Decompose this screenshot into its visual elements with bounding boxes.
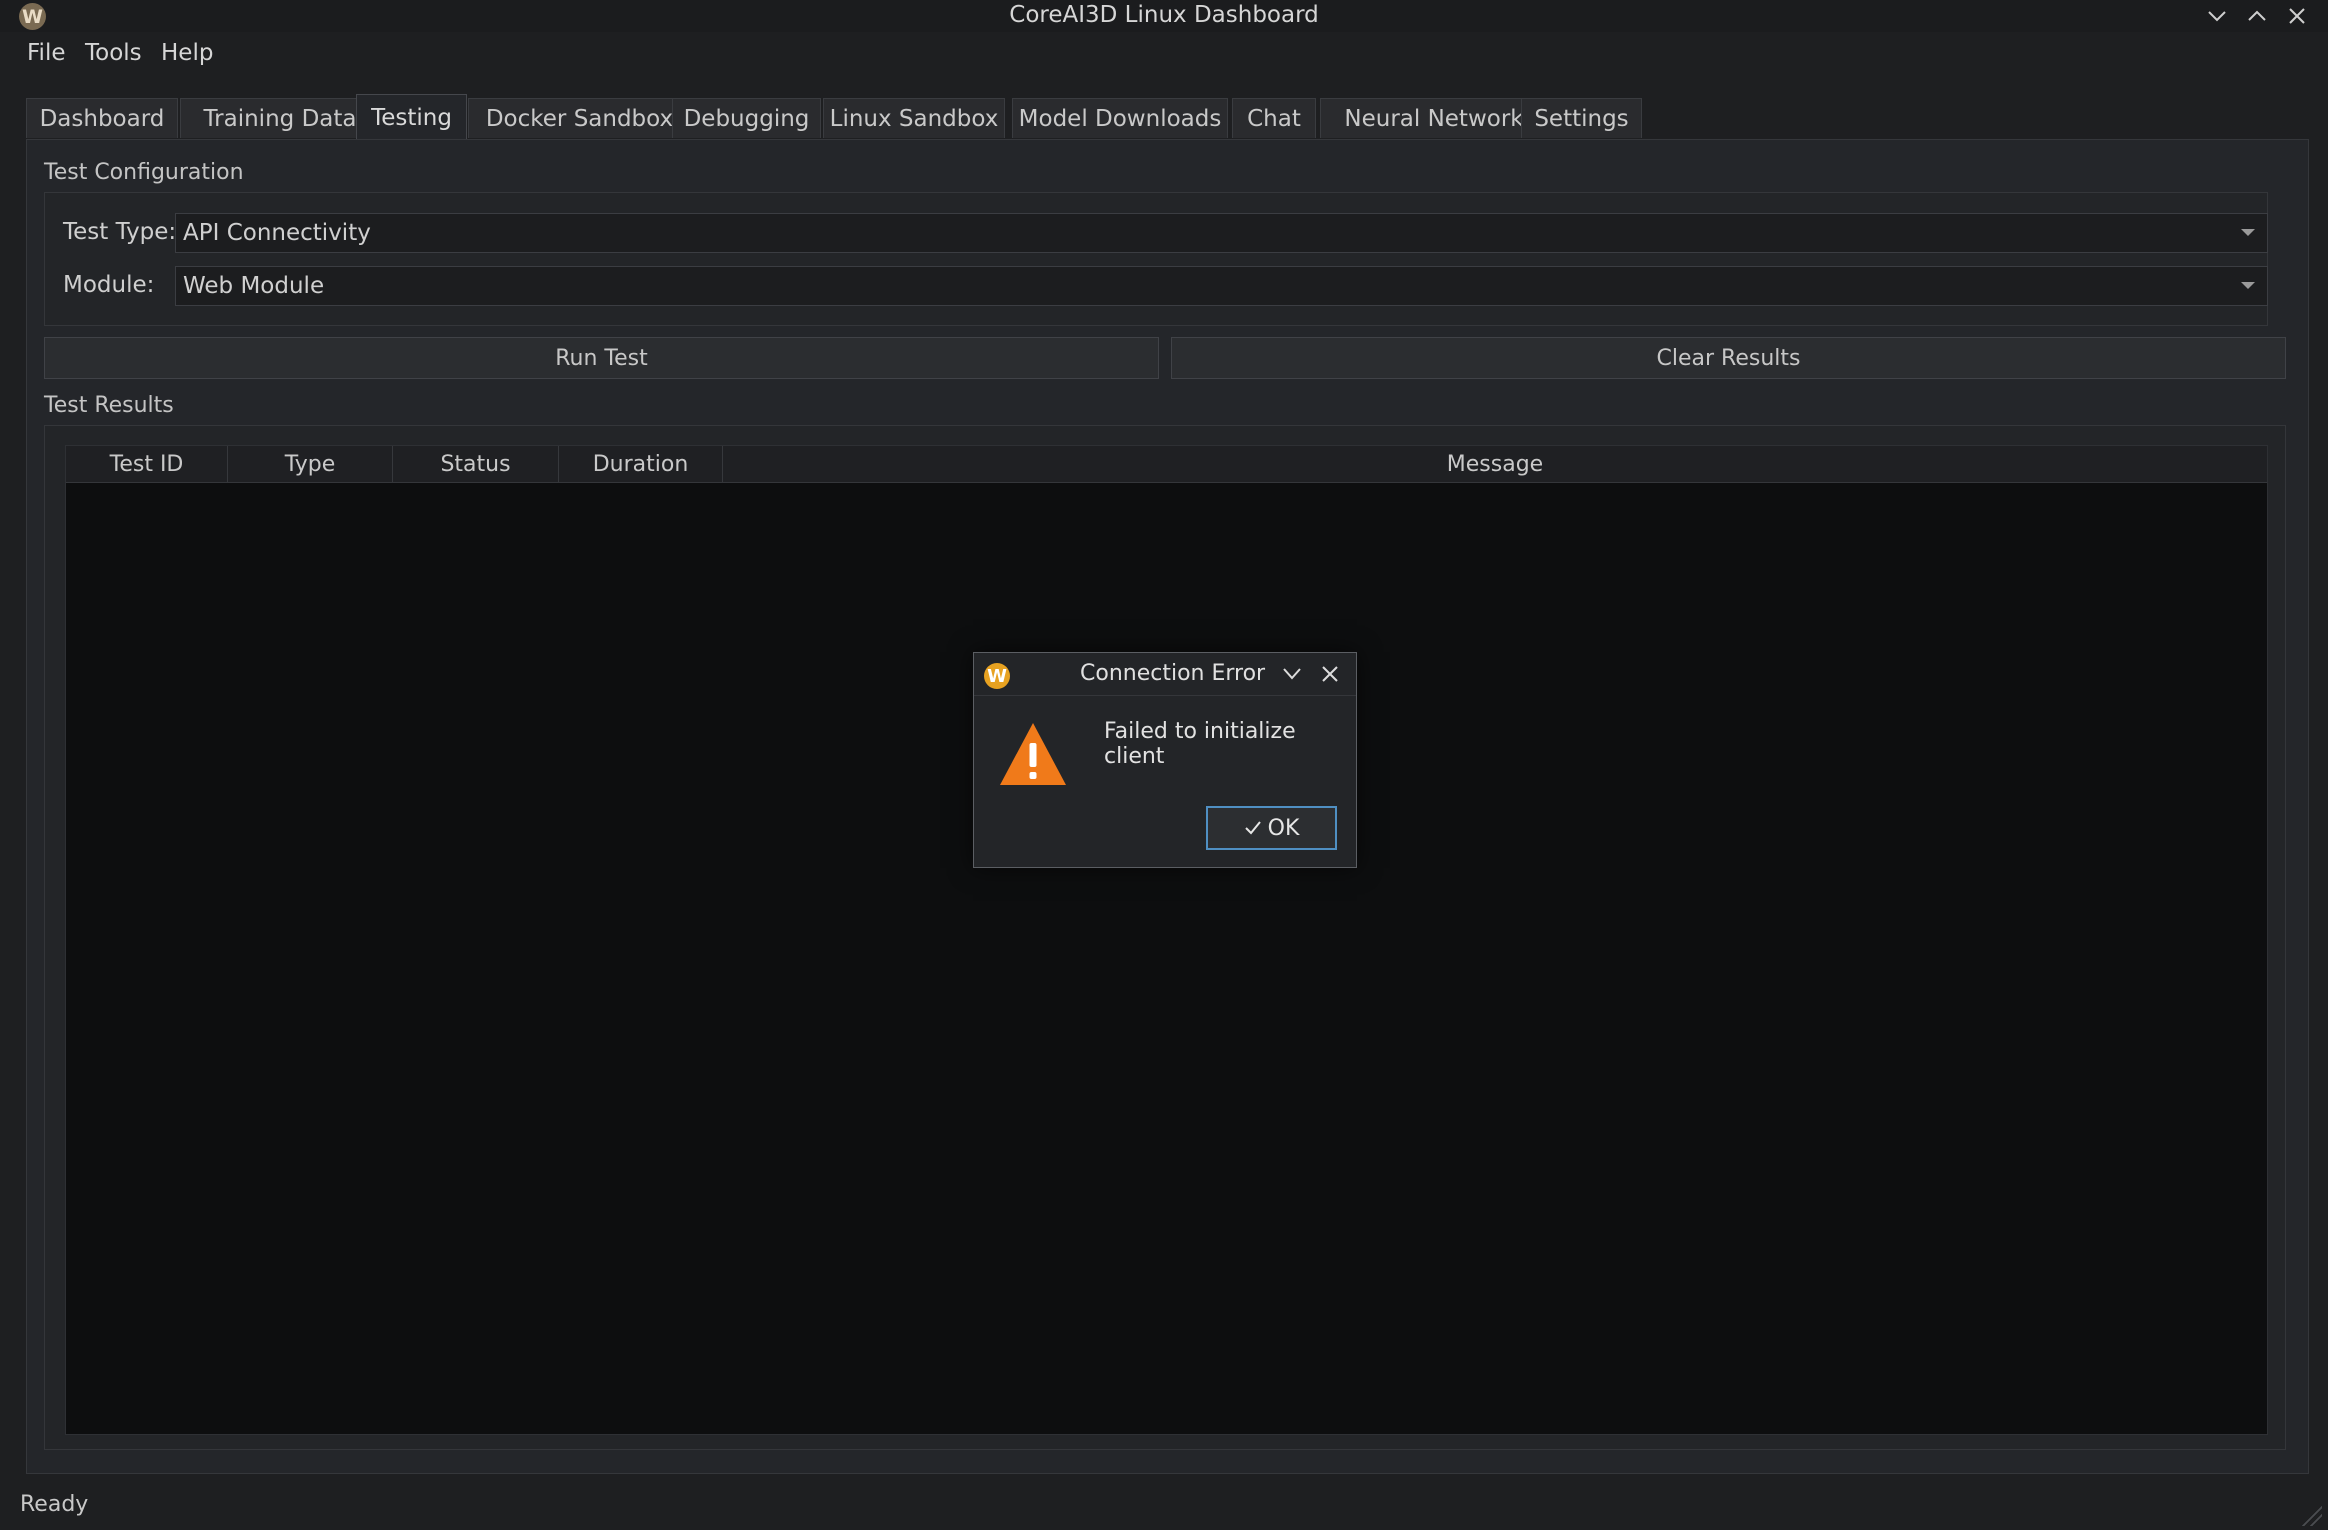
close-window-button[interactable] bbox=[2282, 2, 2312, 30]
close-icon bbox=[1322, 666, 1338, 682]
dialog-title-bar: W Connection Error bbox=[974, 653, 1356, 696]
tab-debugging[interactable]: Debugging bbox=[672, 98, 821, 138]
module-label: Module: bbox=[63, 272, 155, 298]
tab-settings[interactable]: Settings bbox=[1521, 98, 1642, 138]
column-message[interactable]: Message bbox=[723, 446, 2267, 482]
clear-results-button[interactable]: Clear Results bbox=[1171, 337, 2286, 379]
menu-file[interactable]: File bbox=[27, 40, 66, 66]
warning-icon bbox=[998, 721, 1068, 791]
test-configuration-title: Test Configuration bbox=[44, 160, 244, 185]
status-text: Ready bbox=[20, 1492, 89, 1517]
column-test-id[interactable]: Test ID bbox=[66, 446, 228, 482]
results-table[interactable]: Test ID Type Status Duration Message bbox=[65, 445, 2268, 1435]
test-type-label: Test Type: bbox=[63, 219, 177, 245]
minimize-button[interactable] bbox=[2202, 2, 2232, 30]
tab-training-data[interactable]: Training Data bbox=[180, 98, 380, 138]
test-type-select[interactable]: API Connectivity bbox=[175, 213, 2268, 253]
checkmark-icon bbox=[1244, 821, 1261, 835]
tab-dashboard[interactable]: Dashboard bbox=[26, 98, 178, 138]
tab-testing[interactable]: Testing bbox=[356, 94, 467, 140]
connection-error-dialog: W Connection Error Failed to initialize … bbox=[973, 652, 1357, 868]
dialog-logo-icon: W bbox=[984, 663, 1010, 689]
menu-help[interactable]: Help bbox=[161, 40, 213, 66]
test-type-value: API Connectivity bbox=[183, 220, 371, 246]
tab-neural-network[interactable]: Neural Network bbox=[1320, 98, 1548, 138]
ok-button[interactable]: OK bbox=[1206, 806, 1337, 850]
title-bar: W CoreAI3D Linux Dashboard bbox=[0, 0, 2328, 32]
window-title: CoreAI3D Linux Dashboard bbox=[1009, 2, 1319, 28]
dialog-minimize-button[interactable] bbox=[1282, 666, 1302, 685]
tab-linux-sandbox[interactable]: Linux Sandbox bbox=[823, 98, 1005, 138]
module-value: Web Module bbox=[183, 273, 325, 299]
column-type[interactable]: Type bbox=[228, 446, 393, 482]
maximize-button[interactable] bbox=[2242, 2, 2272, 30]
chevron-down-icon bbox=[1283, 668, 1301, 680]
chevron-down-icon bbox=[2208, 11, 2226, 22]
tab-chat[interactable]: Chat bbox=[1232, 98, 1316, 138]
dialog-close-button[interactable] bbox=[1321, 665, 1339, 687]
dropdown-arrow-icon bbox=[2241, 229, 2255, 236]
column-duration[interactable]: Duration bbox=[559, 446, 723, 482]
close-icon bbox=[2289, 8, 2305, 24]
tab-bar: Dashboard Training Data Testing Docker S… bbox=[26, 94, 2302, 140]
run-test-button[interactable]: Run Test bbox=[44, 337, 1159, 379]
tab-model-downloads[interactable]: Model Downloads bbox=[1012, 98, 1228, 138]
dropdown-arrow-icon bbox=[2241, 282, 2255, 289]
module-select[interactable]: Web Module bbox=[175, 266, 2268, 306]
menu-tools[interactable]: Tools bbox=[85, 40, 142, 66]
resize-grip-icon[interactable] bbox=[2302, 1506, 2322, 1526]
ok-button-label: OK bbox=[1267, 815, 1300, 841]
test-results-title: Test Results bbox=[44, 393, 174, 418]
chevron-up-icon bbox=[2248, 10, 2266, 21]
column-status[interactable]: Status bbox=[393, 446, 559, 482]
dialog-title: Connection Error bbox=[1080, 661, 1266, 686]
table-header: Test ID Type Status Duration Message bbox=[66, 446, 2267, 483]
dialog-message: Failed to initialize client bbox=[1104, 719, 1296, 769]
tab-docker-sandbox[interactable]: Docker Sandbox bbox=[468, 98, 691, 138]
